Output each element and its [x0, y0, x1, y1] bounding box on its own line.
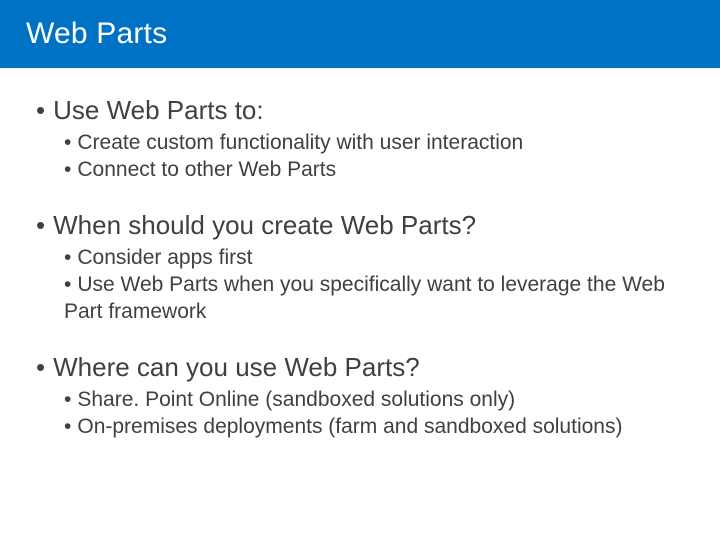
slide-title-bar: Web Parts [0, 0, 720, 68]
list-item: • Create custom functionality with user i… [64, 129, 684, 156]
section-heading-text: Where can you use Web Parts? [53, 352, 420, 382]
list-item-text: On-premises deployments (farm and sandbo… [77, 415, 622, 438]
bullet-icon: • [36, 352, 45, 382]
list-item: • Connect to other Web Parts [64, 156, 684, 183]
list-item: • On-premises deployments (farm and sandb… [64, 413, 684, 440]
list-item-text: Create custom functionality with user in… [77, 131, 523, 154]
section-heading-text: Use Web Parts to: [53, 95, 264, 125]
list-item-text: Connect to other Web Parts [77, 158, 336, 181]
bullet-icon: • [36, 95, 45, 125]
list-item: •Use Web Parts when you specifically wan… [64, 271, 684, 326]
bullet-icon: • [64, 158, 71, 181]
slide-title: Web Parts [26, 17, 167, 51]
bullet-icon: • [64, 131, 71, 154]
list-item-text: Consider apps first [77, 246, 252, 269]
bullet-icon: • [36, 210, 45, 240]
slide-body: • Use Web Parts to: • Create custom functi… [0, 68, 720, 455]
bullet-icon: • [64, 415, 71, 438]
list-item-text: Use Web Parts when you specifically want… [64, 273, 665, 323]
bullet-icon: • [64, 273, 71, 296]
bullet-icon: • [64, 246, 71, 269]
section-heading: • When should you create Web Parts? • Cons… [36, 209, 684, 325]
list-item: • Share. Point Online (sandboxed solution… [64, 386, 684, 413]
section-heading: • Use Web Parts to: • Create custom functi… [36, 94, 684, 183]
list-item-text: Share. Point Online (sandboxed solutions… [77, 388, 515, 411]
section-heading: • Where can you use Web Parts? • Share. Po… [36, 351, 684, 440]
list-item: • Consider apps first [64, 244, 684, 271]
section-heading-text: When should you create Web Parts? [53, 210, 476, 240]
bullet-icon: • [64, 388, 71, 411]
